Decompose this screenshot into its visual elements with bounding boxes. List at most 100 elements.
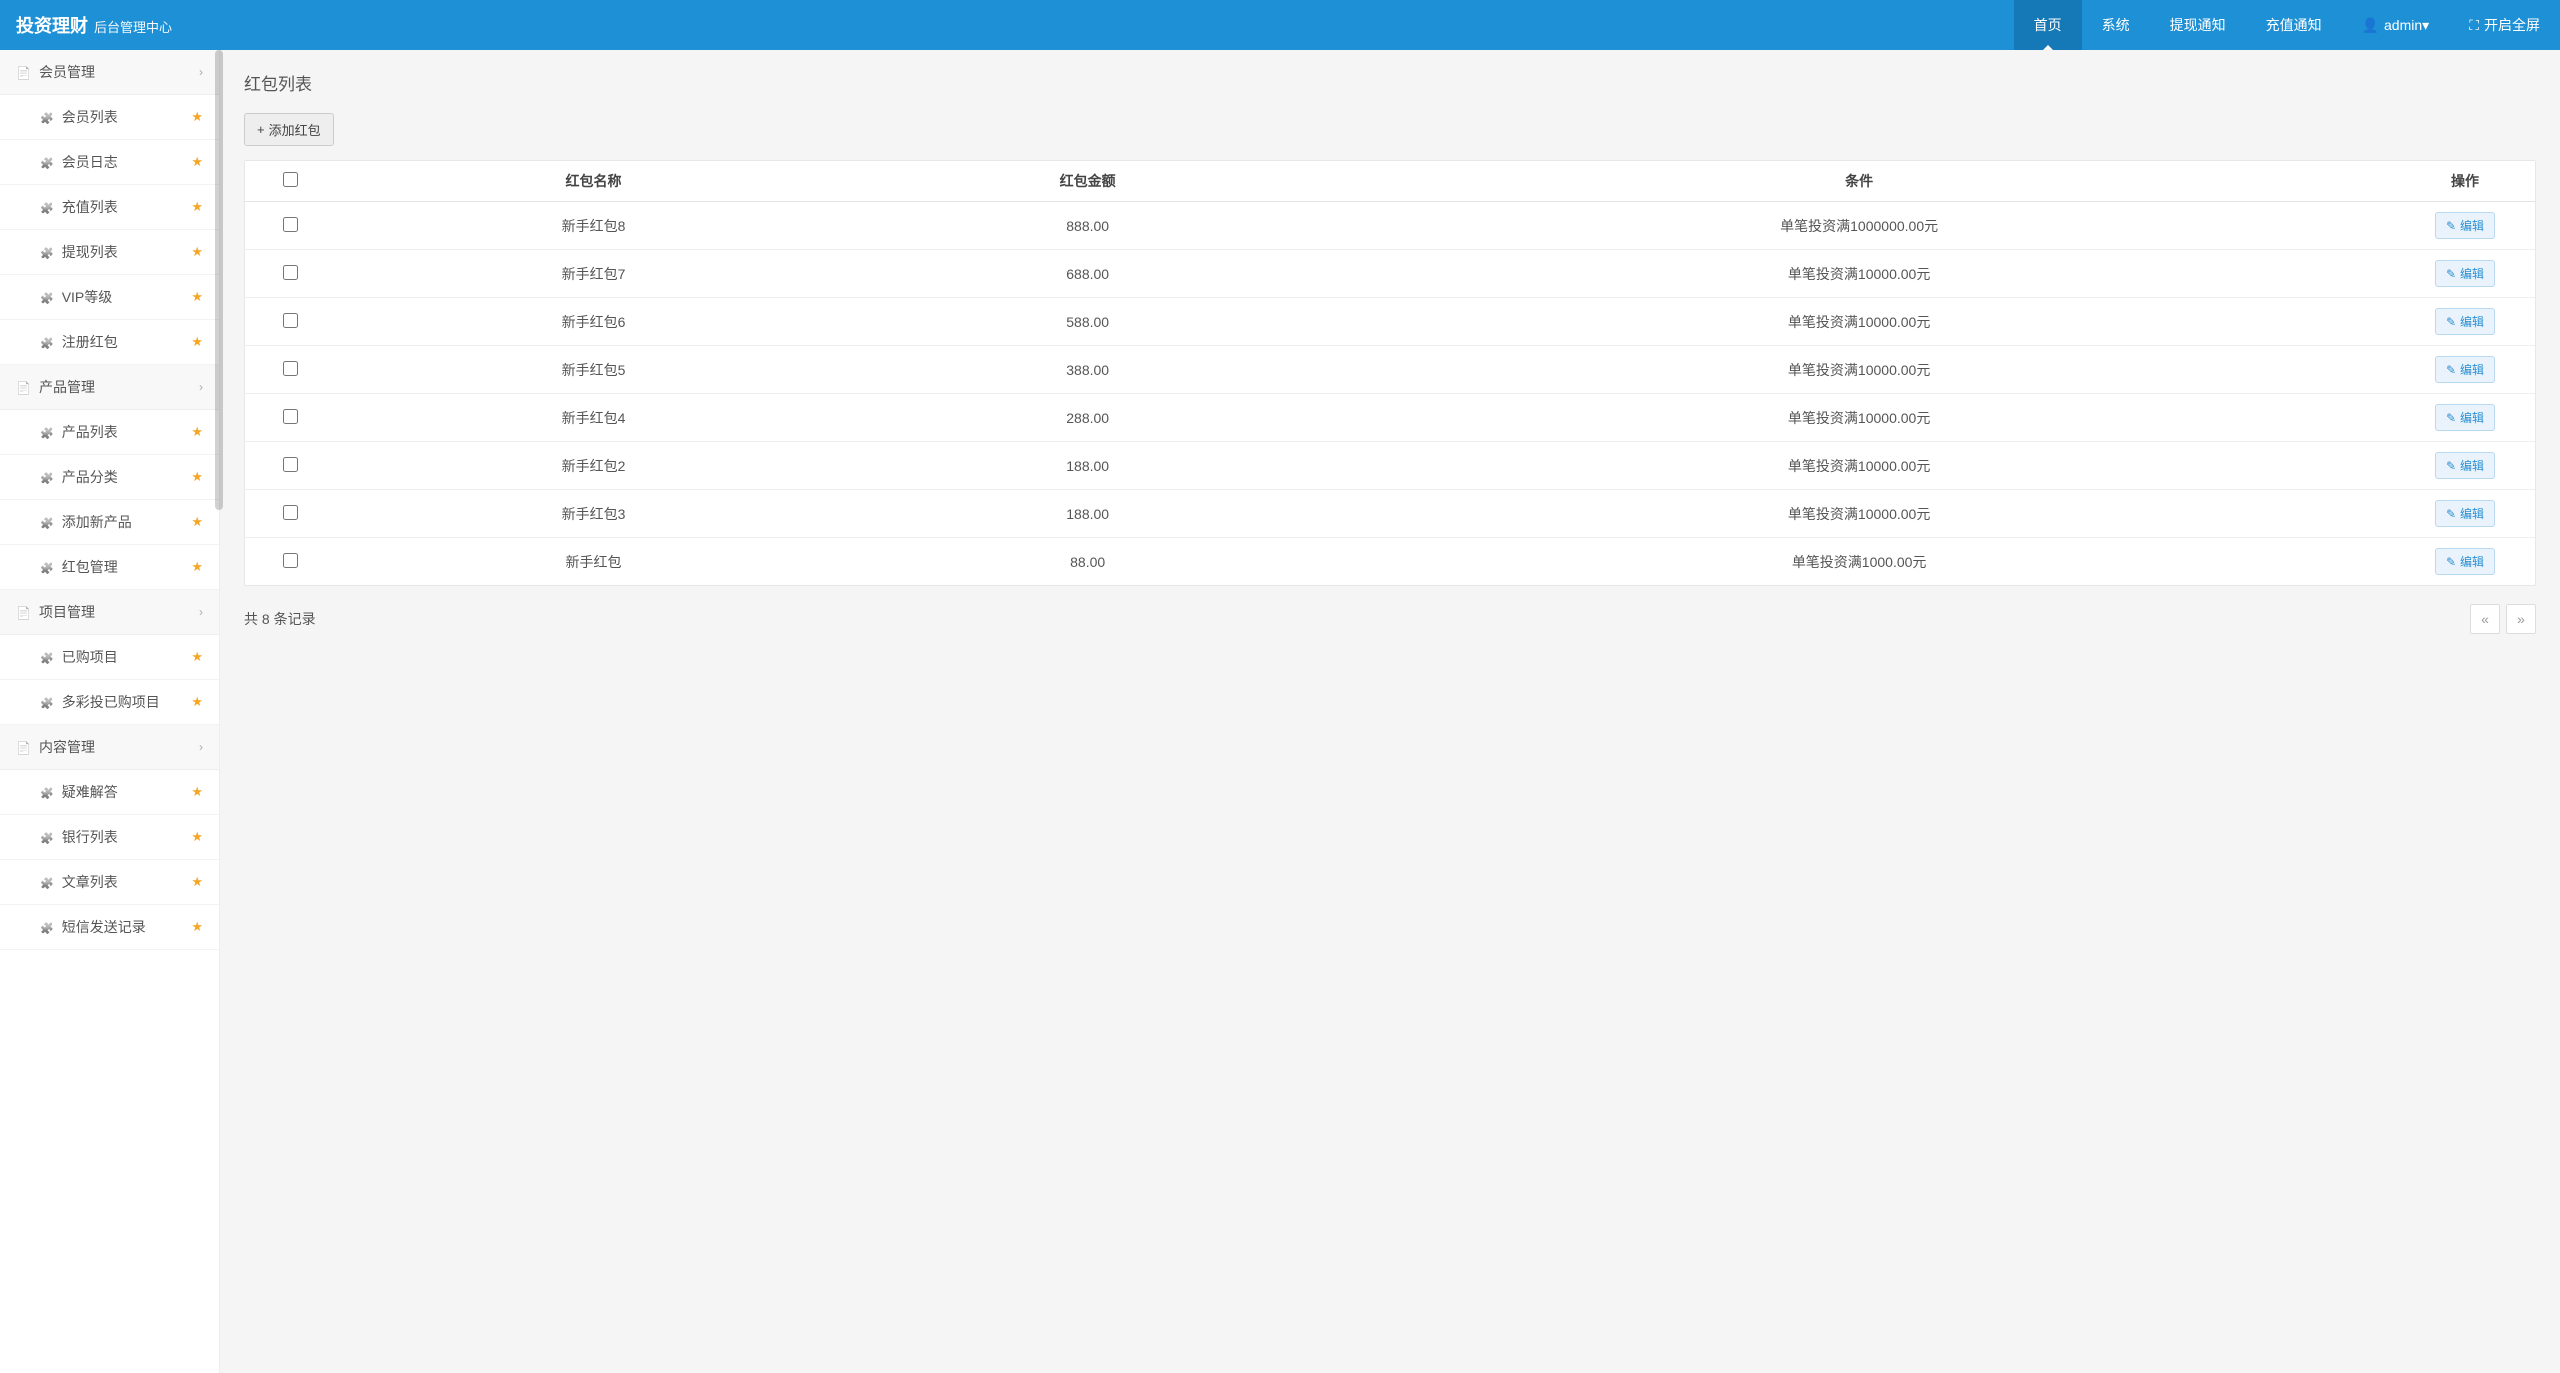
sidebar-scrollbar[interactable] [215, 50, 223, 510]
star-icon: ★ [191, 514, 203, 530]
star-icon: ★ [191, 244, 203, 260]
cell-amount: 88.00 [852, 538, 1323, 586]
sidebar-group-0[interactable]: 会员管理› [0, 50, 219, 95]
sidebar-item-0-3[interactable]: 提现列表 ★ [0, 230, 219, 275]
sidebar-item-3-0[interactable]: 疑难解答★ [0, 770, 219, 815]
caret-down-icon: ▾ [2422, 17, 2429, 34]
cell-condition: 单笔投资满10000.00元 [1323, 442, 2395, 490]
cell-name: 新手红包4 [335, 394, 852, 442]
sidebar-item-1-3[interactable]: 红包管理★ [0, 545, 219, 590]
sidebar-group-2[interactable]: 项目管理› [0, 590, 219, 635]
star-icon: ★ [191, 874, 203, 890]
sidebar-item-0-0[interactable]: 会员列表 ★ [0, 95, 219, 140]
user-label: admin [2384, 17, 2422, 33]
cell-amount: 888.00 [852, 202, 1323, 250]
edit-label: 编辑 [2460, 457, 2484, 474]
sidebar-item-0-1[interactable]: 会员日志 ★ [0, 140, 219, 185]
sidebar-item-label: 文章列表 [62, 872, 118, 892]
sidebar-item-3-2[interactable]: 文章列表 ★ [0, 860, 219, 905]
edit-button[interactable]: ✎ 编辑 [2435, 308, 2495, 335]
sidebar-item-0-5[interactable]: 注册红包★ [0, 320, 219, 365]
sidebar-item-1-1[interactable]: 产品分类★ [0, 455, 219, 500]
cell-name: 新手红包5 [335, 346, 852, 394]
edit-label: 编辑 [2460, 505, 2484, 522]
nav-item-0[interactable]: 首页 [2014, 0, 2082, 50]
puzzle-icon [40, 829, 54, 845]
row-checkbox[interactable] [283, 409, 298, 424]
select-all-checkbox[interactable] [283, 172, 298, 187]
cell-condition: 单笔投资满10000.00元 [1323, 346, 2395, 394]
row-checkbox[interactable] [283, 361, 298, 376]
header-action: 操作 [2395, 161, 2535, 202]
row-checkbox[interactable] [283, 217, 298, 232]
page-title: 红包列表 [244, 70, 2536, 95]
sidebar-item-3-1[interactable]: 银行列表 ★ [0, 815, 219, 860]
chevron-right-icon: › [199, 65, 203, 79]
file-icon [16, 379, 31, 395]
row-checkbox[interactable] [283, 265, 298, 280]
cell-condition: 单笔投资满1000.00元 [1323, 538, 2395, 586]
star-icon: ★ [191, 694, 203, 710]
nav-item-3[interactable]: 充值通知 [2246, 0, 2342, 50]
sidebar-item-0-4[interactable]: VIP等级★ [0, 275, 219, 320]
edit-button[interactable]: ✎ 编辑 [2435, 356, 2495, 383]
chevron-right-icon: › [199, 740, 203, 754]
sidebar-item-label: 提现列表 [62, 242, 118, 262]
table-footer: 共 8 条记录 « » [244, 604, 2536, 634]
edit-label: 编辑 [2460, 409, 2484, 426]
sidebar-item-1-0[interactable]: 产品列表★ [0, 410, 219, 455]
fullscreen-button[interactable]: ⛶开启全屏 [2449, 0, 2560, 50]
sidebar-group-3[interactable]: 内容管理› [0, 725, 219, 770]
row-checkbox[interactable] [283, 553, 298, 568]
sidebar-item-label: 多彩投已购项目 [62, 692, 160, 712]
user-menu[interactable]: 👤 admin ▾ [2342, 0, 2450, 50]
sidebar-item-1-2[interactable]: 添加新产品★ [0, 500, 219, 545]
sidebar-item-label: 产品列表 [62, 422, 118, 442]
edit-button[interactable]: ✎ 编辑 [2435, 500, 2495, 527]
edit-button[interactable]: ✎ 编辑 [2435, 548, 2495, 575]
row-checkbox[interactable] [283, 313, 298, 328]
pager-prev-button[interactable]: « [2470, 604, 2500, 634]
sidebar-item-label: 银行列表 [62, 827, 118, 847]
brand-title: 投资理财 [16, 12, 88, 38]
star-icon: ★ [191, 649, 203, 665]
star-icon: ★ [191, 154, 203, 170]
header: 投资理财 后台管理中心 首页系统提现通知充值通知👤admin ▾⛶开启全屏 [0, 0, 2560, 50]
star-icon: ★ [191, 829, 203, 845]
row-checkbox[interactable] [283, 505, 298, 520]
plus-icon: + [257, 122, 265, 137]
header-condition: 条件 [1323, 161, 2395, 202]
sidebar-group-label: 产品管理 [39, 377, 95, 397]
cell-name: 新手红包7 [335, 250, 852, 298]
cell-name: 新手红包2 [335, 442, 852, 490]
sidebar-item-0-2[interactable]: 充值列表★ [0, 185, 219, 230]
pager-next-button[interactable]: » [2506, 604, 2536, 634]
puzzle-icon [40, 694, 54, 710]
cell-amount: 388.00 [852, 346, 1323, 394]
edit-button[interactable]: ✎ 编辑 [2435, 260, 2495, 287]
nav-item-1[interactable]: 系统 [2082, 0, 2150, 50]
sidebar-item-3-3[interactable]: 短信发送记录★ [0, 905, 219, 950]
add-button-label: 添加红包 [269, 120, 321, 139]
nav-item-2[interactable]: 提现通知 [2150, 0, 2246, 50]
sidebar-item-2-1[interactable]: 多彩投已购项目 ★ [0, 680, 219, 725]
edit-icon: ✎ [2446, 507, 2456, 521]
puzzle-icon [40, 244, 54, 260]
edit-button[interactable]: ✎ 编辑 [2435, 404, 2495, 431]
main-content: 红包列表 + 添加红包 红包名称 红包金额 条件 操作 [220, 50, 2560, 1373]
edit-icon: ✎ [2446, 267, 2456, 281]
file-icon [16, 64, 31, 80]
sidebar-item-2-0[interactable]: 已购项目★ [0, 635, 219, 680]
table-row: 新手红包7688.00单笔投资满10000.00元✎ 编辑 [245, 250, 2535, 298]
edit-button[interactable]: ✎ 编辑 [2435, 452, 2495, 479]
sidebar-item-label: 会员日志 [62, 152, 118, 172]
row-checkbox[interactable] [283, 457, 298, 472]
star-icon: ★ [191, 109, 203, 125]
user-icon: 👤 [2362, 17, 2379, 34]
cell-amount: 688.00 [852, 250, 1323, 298]
edit-button[interactable]: ✎ 编辑 [2435, 212, 2495, 239]
sidebar-item-label: 会员列表 [62, 107, 118, 127]
puzzle-icon [40, 874, 54, 890]
add-redpacket-button[interactable]: + 添加红包 [244, 113, 334, 146]
sidebar-group-1[interactable]: 产品管理› [0, 365, 219, 410]
